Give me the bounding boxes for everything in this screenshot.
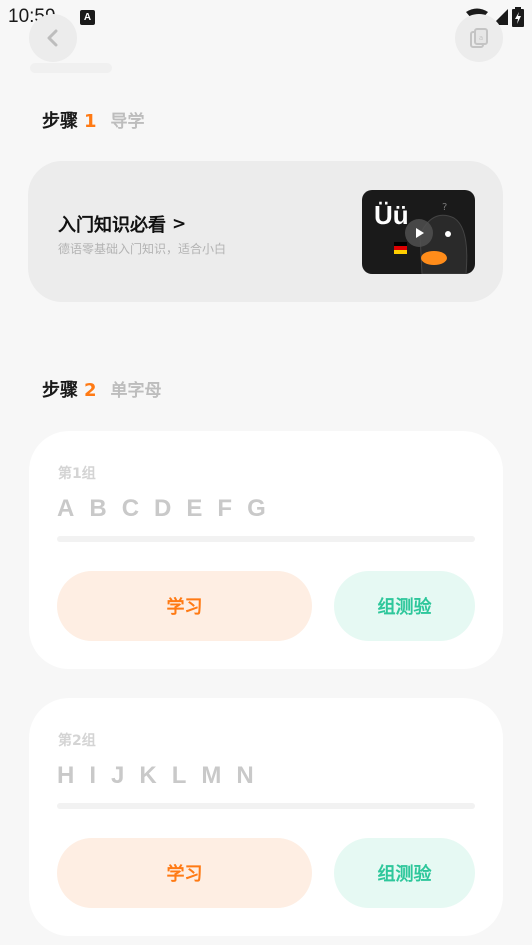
chevron-right-icon: > [172, 214, 187, 234]
group-test-button[interactable]: 组测验 [334, 571, 475, 641]
group-label: 第2组 [58, 733, 96, 749]
group-progress-bar [57, 536, 475, 542]
group-letters: A B C D E F G [57, 495, 266, 523]
notification-icon: A [80, 10, 95, 25]
step1-label: 步骤 [42, 111, 78, 132]
letter: B [89, 495, 107, 522]
cards-button[interactable]: a [455, 14, 503, 62]
letter: F [217, 495, 233, 522]
step2-number: 2 [84, 380, 97, 401]
step1-number: 1 [84, 111, 97, 132]
letter: J [111, 762, 125, 789]
faded-title-placeholder [30, 63, 112, 73]
learn-button[interactable]: 学习 [57, 838, 312, 908]
svg-text:?: ? [442, 202, 447, 213]
battery-icon [512, 7, 524, 27]
group-label: 第1组 [58, 466, 96, 482]
letter: E [186, 495, 203, 522]
intro-description: 德语零基础入门知识，适合小白 [58, 242, 227, 256]
letter: D [154, 495, 172, 522]
group-test-button[interactable]: 组测验 [334, 838, 475, 908]
step2-subtitle: 单字母 [110, 381, 162, 401]
intro-knowledge-card[interactable]: 入门知识必看 > 德语零基础入门知识，适合小白 Üü ? [28, 161, 503, 302]
letter: I [89, 762, 97, 789]
play-button[interactable] [405, 219, 433, 247]
letter: K [139, 762, 157, 789]
step2-heading: 步骤 2 单字母 [42, 376, 162, 402]
back-button[interactable] [29, 14, 77, 62]
step2-label: 步骤 [42, 380, 78, 401]
letter: N [236, 762, 254, 789]
chevron-left-icon [47, 29, 58, 47]
letter: A [57, 495, 75, 522]
group-progress-bar [57, 803, 475, 809]
letter: M [201, 762, 222, 789]
step1-heading: 步骤 1 导学 [42, 107, 145, 133]
letter: G [247, 495, 266, 522]
svg-text:a: a [479, 34, 483, 42]
cards-icon: a [470, 28, 488, 48]
group-letters: H I J K L M N [57, 762, 254, 790]
letter-group-card: 第1组 A B C D E F G 学习 组测验 [29, 431, 503, 669]
intro-title-text: 入门知识必看 [58, 215, 166, 236]
letter: L [171, 762, 187, 789]
status-bar: 10:59 A [0, 0, 532, 36]
step1-subtitle: 导学 [110, 112, 145, 132]
letter: C [121, 495, 140, 522]
learn-button[interactable]: 学习 [57, 571, 312, 641]
letter: H [57, 762, 75, 789]
intro-title: 入门知识必看 > [58, 211, 186, 237]
letter-group-card: 第2组 H I J K L M N 学习 组测验 [29, 698, 503, 936]
play-icon [416, 228, 424, 238]
video-thumbnail[interactable]: Üü ? [362, 190, 475, 274]
